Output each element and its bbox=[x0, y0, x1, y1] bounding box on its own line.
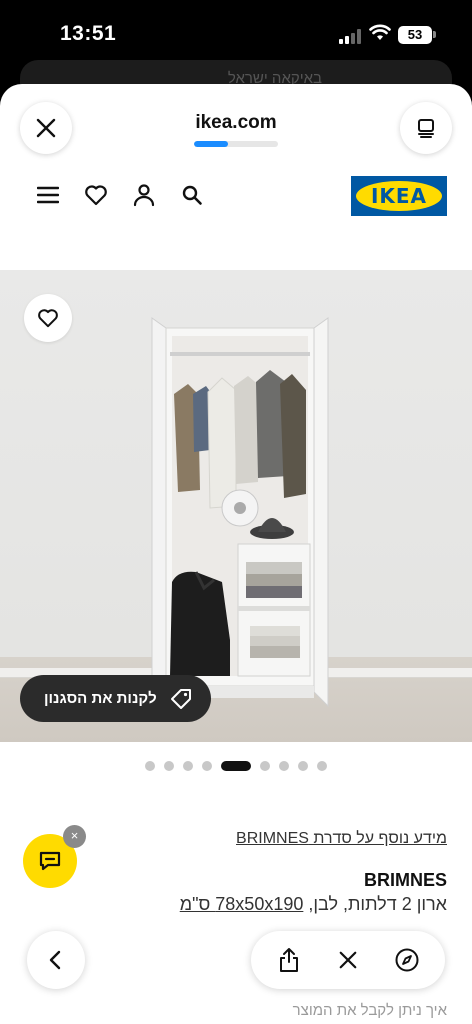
delivery-hint-text: איך ניתן לקבל את המוצר bbox=[292, 1002, 447, 1019]
menu-button[interactable] bbox=[35, 182, 61, 208]
tag-icon bbox=[170, 688, 191, 709]
url-bar: ikea.com bbox=[0, 84, 472, 164]
cellular-signal-icon bbox=[339, 28, 363, 44]
image-favorite-button[interactable] bbox=[24, 294, 72, 342]
image-carousel-dots bbox=[0, 760, 472, 772]
status-time: 13:51 bbox=[60, 22, 117, 45]
back-button[interactable] bbox=[27, 931, 85, 989]
compass-button[interactable] bbox=[387, 940, 427, 980]
wishlist-button[interactable] bbox=[83, 182, 109, 208]
site-header: IKEA bbox=[0, 176, 472, 226]
person-icon bbox=[133, 184, 155, 207]
browser-sheet: ikea.com IKEA לקנות את הסגנון מידע נוסף … bbox=[0, 84, 472, 1024]
action-pill bbox=[251, 931, 445, 989]
carousel-dot[interactable] bbox=[279, 761, 289, 771]
share-button[interactable] bbox=[269, 940, 309, 980]
battery-tip bbox=[433, 31, 436, 38]
ikea-logo[interactable]: IKEA bbox=[351, 176, 447, 216]
carousel-dot[interactable] bbox=[202, 761, 212, 771]
battery-indicator: 53 bbox=[398, 26, 432, 44]
carousel-dot[interactable] bbox=[164, 761, 174, 771]
wardrobe-illustration bbox=[151, 317, 329, 708]
carousel-dot[interactable] bbox=[183, 761, 193, 771]
series-info-link[interactable]: מידע נוסף על סדרת BRIMNES bbox=[236, 830, 447, 848]
carousel-dot[interactable] bbox=[145, 761, 155, 771]
compass-icon bbox=[395, 948, 419, 972]
chevron-left-icon bbox=[49, 950, 61, 970]
share-icon bbox=[279, 948, 298, 972]
carousel-dot[interactable] bbox=[317, 761, 327, 771]
heart-icon bbox=[85, 185, 107, 206]
close-icon bbox=[339, 951, 357, 969]
tabs-button[interactable] bbox=[400, 102, 452, 154]
chat-icon bbox=[39, 851, 61, 871]
shop-the-look-button[interactable]: לקנות את הסגנון bbox=[20, 675, 211, 722]
shop-the-look-label: לקנות את הסגנון bbox=[44, 690, 157, 707]
search-button[interactable] bbox=[179, 182, 205, 208]
account-button[interactable] bbox=[131, 182, 157, 208]
close-tab-button[interactable] bbox=[328, 940, 368, 980]
page-load-progress-fill bbox=[194, 141, 228, 147]
product-dimensions-link[interactable]: 78x50x190 ס"מ bbox=[180, 894, 304, 914]
heart-icon bbox=[38, 309, 58, 328]
menu-icon bbox=[37, 186, 59, 204]
tabs-icon bbox=[418, 119, 434, 138]
carousel-dot[interactable] bbox=[298, 761, 308, 771]
carousel-dot-active[interactable] bbox=[221, 761, 251, 771]
carousel-dot[interactable] bbox=[260, 761, 270, 771]
product-description: ארון 2 דלתות, לבן, 78x50x190 ס"מ bbox=[180, 894, 447, 915]
page-load-progress bbox=[194, 141, 278, 147]
product-image[interactable]: לקנות את הסגנון bbox=[0, 270, 472, 742]
ikea-logo-text: IKEA bbox=[370, 184, 428, 208]
search-icon bbox=[182, 185, 202, 205]
product-description-text: ארון 2 דלתות, לבן, bbox=[308, 894, 447, 914]
browser-toolbar bbox=[0, 931, 472, 991]
wifi-icon bbox=[369, 24, 391, 40]
product-name: BRIMNES bbox=[363, 870, 447, 890]
ikea-logo-oval: IKEA bbox=[356, 181, 442, 211]
chat-dismiss-button[interactable]: × bbox=[63, 825, 86, 848]
